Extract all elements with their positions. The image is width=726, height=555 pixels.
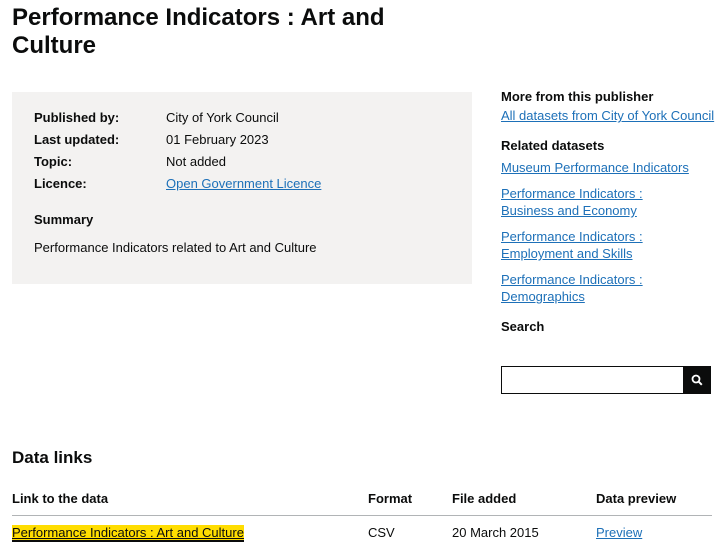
data-file-link[interactable]: Performance Indicators : Art and Culture [12, 525, 244, 540]
search-input[interactable] [506, 368, 686, 394]
column-header-link: Link to the data [12, 491, 109, 506]
search-field [501, 366, 711, 394]
related-dataset-link[interactable]: Performance Indicators : Business and Ec… [501, 185, 666, 219]
column-header-preview: Data preview [596, 491, 677, 506]
summary-heading: Summary [34, 212, 94, 227]
last-updated-label: Last updated: [34, 132, 120, 147]
related-dataset-link[interactable]: Museum Performance Indicators [501, 159, 716, 176]
sidebar: More from this publisher All datasets fr… [501, 89, 716, 335]
page-title: Performance Indicators : Art and Culture [12, 4, 385, 59]
related-datasets-heading: Related datasets [501, 138, 605, 153]
licence-label: Licence: [34, 176, 87, 191]
publisher-datasets-link[interactable]: All datasets from City of York Council [501, 107, 716, 124]
search-icon [691, 374, 703, 386]
licence-link[interactable]: Open Government Licence [166, 176, 321, 192]
preview-link[interactable]: Preview [596, 525, 642, 540]
data-links-heading: Data links [12, 448, 93, 467]
published-by-label: Published by: [34, 110, 120, 125]
summary-text: Performance Indicators related to Art an… [34, 240, 317, 255]
last-updated-value: 01 February 2023 [166, 132, 269, 147]
metadata-panel: Published by: City of York Council Last … [12, 92, 472, 284]
topic-value: Not added [166, 154, 226, 169]
table-divider [12, 515, 712, 516]
column-header-format: Format [368, 491, 413, 506]
data-format: CSV [368, 525, 395, 540]
publisher-heading: More from this publisher [501, 89, 654, 104]
data-file-added: 20 March 2015 [452, 525, 539, 540]
column-header-file-added: File added [452, 491, 517, 506]
related-dataset-link[interactable]: Performance Indicators : Demographics [501, 271, 666, 305]
published-by-value: City of York Council [166, 110, 279, 125]
related-dataset-link[interactable]: Performance Indicators : Employment and … [501, 228, 666, 262]
search-button[interactable] [683, 367, 710, 393]
search-heading: Search [501, 319, 545, 334]
topic-label: Topic: [34, 154, 73, 169]
